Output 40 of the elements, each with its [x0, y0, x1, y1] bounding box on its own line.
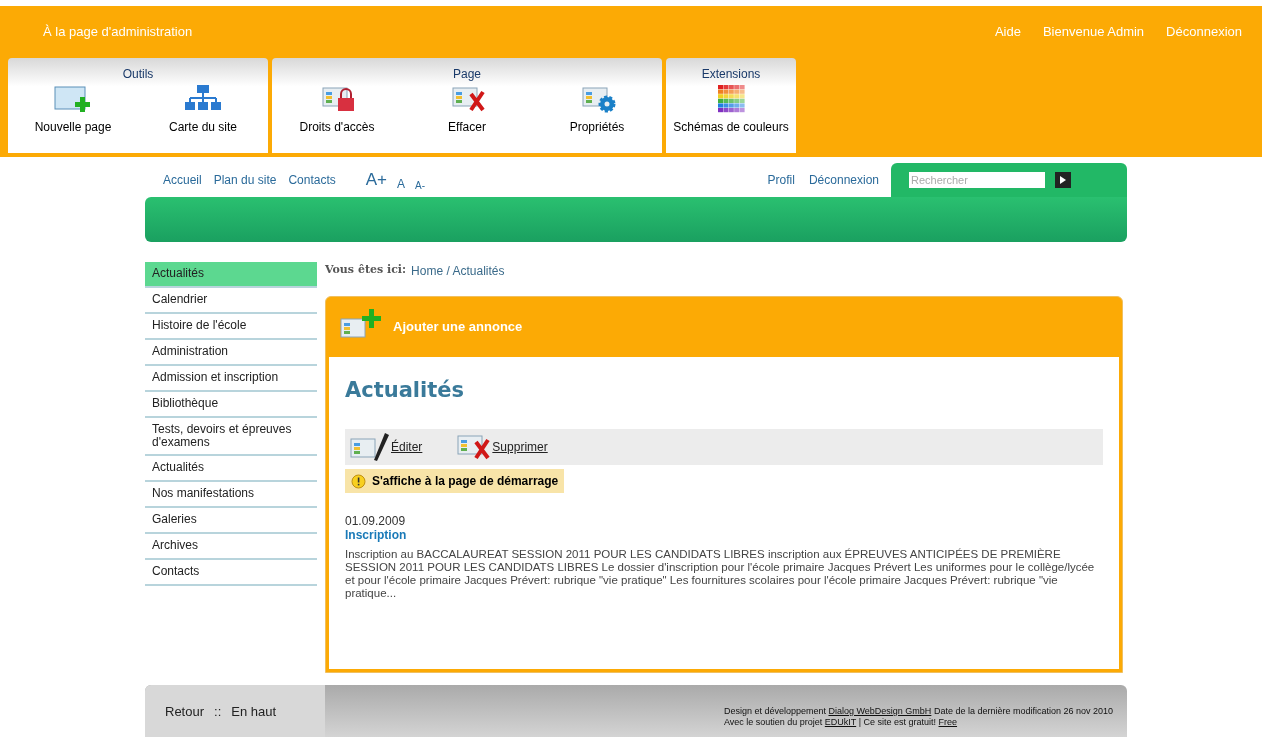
sidebar-item[interactable]: Actualités — [145, 262, 317, 288]
page-heading: Actualités — [345, 377, 466, 404]
font-size-link[interactable]: A- — [415, 177, 426, 193]
user-link[interactable]: Profil — [767, 171, 795, 189]
nav-link[interactable]: Plan du site — [213, 171, 277, 189]
article-body: Inscription au BACCALAUREAT SESSION 2011 POUR LES CANDIDATS LIBRES inscription aux ÉPREUVES ANTICIPÉES DE PREMIÈRE SESSION 2011 POUR LES CANDIDATS LIBRES Le dossier d'inscription pour l'école primaire Jacques Prévert Les uniformes pour le collège/lycée et pour l'école primaire Jacques Prévert: rubrique "vie pratique" Les fournitures scolaires pour l'école primaire Jacques Prévert: rubrique "vie pratique... — [345, 548, 1096, 600]
toolbar-button[interactable]: Carte du site — [138, 82, 268, 144]
toolbar-button[interactable]: Propriétés — [532, 82, 662, 144]
user-link[interactable]: Déconnexion — [808, 171, 879, 189]
toolbar-button[interactable]: Schémas de couleurs — [666, 82, 796, 144]
nav-link[interactable]: Accueil — [163, 171, 202, 189]
new-page-icon — [53, 84, 93, 114]
toolbar-group-title: Outils — [121, 66, 155, 82]
breadcrumb-label: Vous êtes ici: — [325, 262, 407, 278]
toolbar-group-title: Page — [452, 66, 482, 82]
action-link[interactable]: Éditer — [349, 431, 423, 463]
breadcrumb-path: Home / Actualités — [411, 263, 505, 280]
footer-link[interactable]: En haut — [231, 702, 277, 722]
warning-icon — [351, 473, 366, 489]
footer-credit: Design et développement Dialog WebDesign GmbH Date de la dernière modification 26 nov 2010 — [723, 706, 1113, 717]
toolbar-button[interactable]: Effacer — [402, 82, 532, 144]
toolbar-button[interactable]: Nouvelle page — [8, 82, 138, 144]
footer-link[interactable]: Retour — [165, 702, 205, 722]
notice-text: S'affiche à la page de démarrage — [372, 473, 559, 490]
play-icon — [1059, 176, 1067, 184]
credit-link[interactable]: Free — [938, 717, 958, 727]
toolbar-group-title: Extensions — [700, 66, 762, 82]
nav-link[interactable]: Contacts — [288, 171, 336, 189]
footer-separator: :: — [214, 703, 222, 721]
credit-link[interactable]: Dialog WebDesign GmbH — [828, 706, 932, 716]
font-size-link[interactable]: A+ — [365, 167, 388, 193]
article-title[interactable]: Inscription — [345, 528, 1103, 542]
toolbar-button[interactable]: Droits d'accès — [272, 82, 402, 144]
search-field[interactable]: Rechercher — [909, 172, 1045, 188]
action-link[interactable]: Supprimer — [452, 432, 548, 462]
font-size-link[interactable]: A — [397, 174, 406, 193]
footer-credit: Avec le soutien du projet EDUkIT | Ce site est gratuit! Free — [723, 717, 959, 728]
search-button[interactable] — [1055, 172, 1071, 188]
article-date: 01.09.2009 — [345, 515, 407, 528]
credit-link[interactable]: EDUkIT — [824, 717, 857, 727]
